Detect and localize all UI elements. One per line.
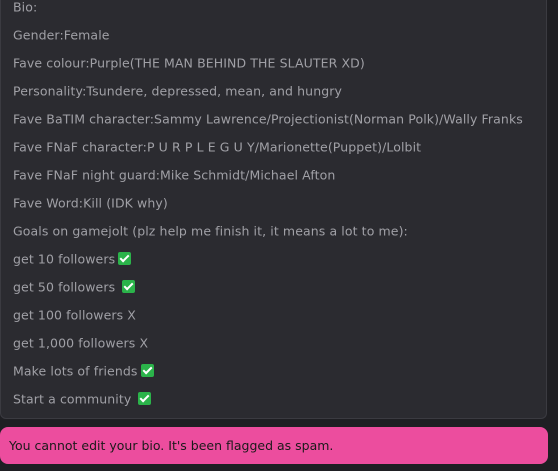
- bio-line-text: get 50 followers: [13, 279, 120, 295]
- spam-flag-banner: You cannot edit your bio. It's been flag…: [0, 427, 548, 464]
- bio-line-text: get 100 followers X: [13, 307, 136, 323]
- bio-line: Goals on gamejolt (plz help me finish it…: [13, 223, 408, 240]
- bio-line: Fave Word:Kill (IDK why): [13, 195, 168, 212]
- bio-line: get 100 followers X: [13, 307, 136, 324]
- bio-line: Gender:Female: [13, 27, 110, 44]
- spam-flag-message: You cannot edit your bio. It's been flag…: [9, 438, 334, 453]
- bio-line-text: Fave colour:Purple(THE MAN BEHIND THE SL…: [13, 55, 365, 71]
- bio-line-text: get 1,000 followers X: [13, 335, 149, 351]
- bio-text-area: Bio: Gender:Female Fave colour:Purple(THE …: [0, 0, 547, 419]
- bio-line: Fave colour:Purple(THE MAN BEHIND THE SL…: [13, 55, 365, 72]
- bio-line-text: get 10 followers: [13, 251, 116, 267]
- bio-line: Start a community: [13, 391, 152, 408]
- bio-line: Personality:Tsundere, depressed, mean, a…: [13, 83, 342, 100]
- bio-line-text: Make lots of friends: [13, 363, 138, 379]
- bio-line-text: Fave Word:Kill (IDK why): [13, 195, 168, 211]
- bio-line: Fave FNaF night guard:Mike Schmidt/Micha…: [13, 167, 335, 184]
- bio-line-text: Fave FNaF character:P U R P L E G U Y/Ma…: [13, 139, 422, 155]
- bio-line-text: Bio:: [13, 0, 38, 15]
- bio-line-text: Gender:Female: [13, 27, 110, 43]
- check-mark-icon: [140, 364, 154, 377]
- bio-line: Bio:: [13, 0, 37, 16]
- bio-line-text: Start a community: [13, 391, 136, 407]
- bio-line: get 1,000 followers X: [13, 335, 148, 352]
- check-mark-icon: [118, 252, 132, 265]
- bio-line-text: Fave FNaF night guard:Mike Schmidt/Micha…: [13, 167, 336, 183]
- bio-line: Fave FNaF character:P U R P L E G U Y/Ma…: [13, 139, 421, 156]
- bio-line-text: Personality:Tsundere, depressed, mean, a…: [13, 83, 342, 99]
- bio-line-text: Fave BaTIM character:Sammy Lawrence/Proj…: [13, 111, 523, 127]
- bio-line: get 50 followers: [13, 279, 136, 296]
- bio-line-text: Goals on gamejolt (plz help me finish it…: [13, 223, 408, 239]
- check-mark-icon: [138, 392, 152, 405]
- bio-line: get 10 followers: [13, 251, 132, 268]
- check-mark-icon: [122, 280, 136, 293]
- bio-line: Make lots of friends: [13, 363, 154, 380]
- bio-line: Fave BaTIM character:Sammy Lawrence/Proj…: [13, 111, 523, 128]
